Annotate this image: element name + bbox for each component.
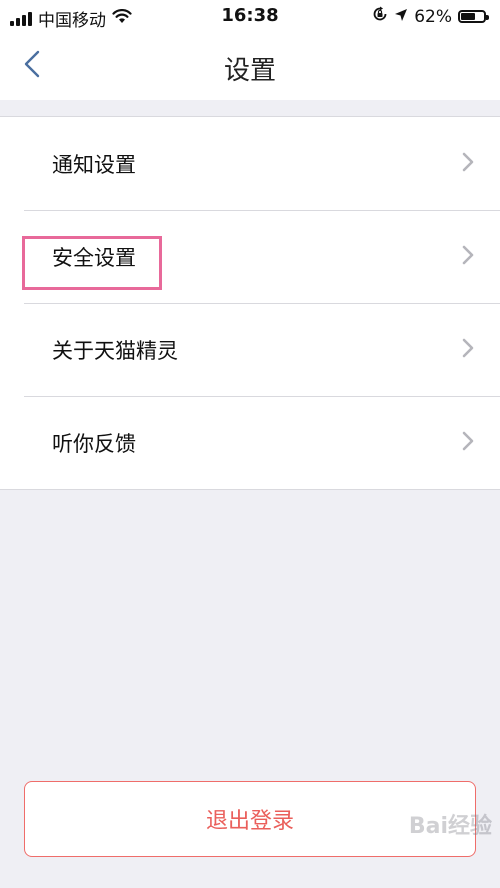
status-bar: 中国移动 16:38 62% (0, 0, 500, 34)
chevron-right-icon (462, 245, 474, 269)
chevron-right-icon (462, 431, 474, 455)
navigation-bar: 设置 (0, 34, 500, 100)
battery-level-fill (461, 13, 475, 20)
menu-item-security-settings[interactable]: 安全设置 (0, 210, 500, 303)
chevron-right-icon (462, 152, 474, 176)
menu-item-label: 听你反馈 (52, 431, 136, 456)
page-title: 设置 (223, 56, 276, 86)
menu-item-label: 关于天猫精灵 (52, 338, 178, 363)
menu-item-about-tmall-genie[interactable]: 关于天猫精灵 (0, 303, 500, 396)
location-arrow-icon (394, 7, 408, 27)
menu-item-notification-settings[interactable]: 通知设置 (0, 117, 500, 210)
menu-item-label: 通知设置 (52, 152, 136, 177)
logout-button[interactable]: 退出登录 (24, 781, 476, 857)
chevron-right-icon (462, 338, 474, 362)
orientation-lock-icon (372, 6, 388, 27)
battery-percent: 62% (414, 6, 452, 27)
menu-item-label: 安全设置 (52, 245, 136, 270)
menu-item-feedback[interactable]: 听你反馈 (0, 396, 500, 489)
status-right: 62% (372, 6, 489, 27)
battery-icon (458, 10, 489, 23)
settings-menu-list: 通知设置 安全设置 关于天猫精灵 听你反馈 (0, 116, 500, 490)
